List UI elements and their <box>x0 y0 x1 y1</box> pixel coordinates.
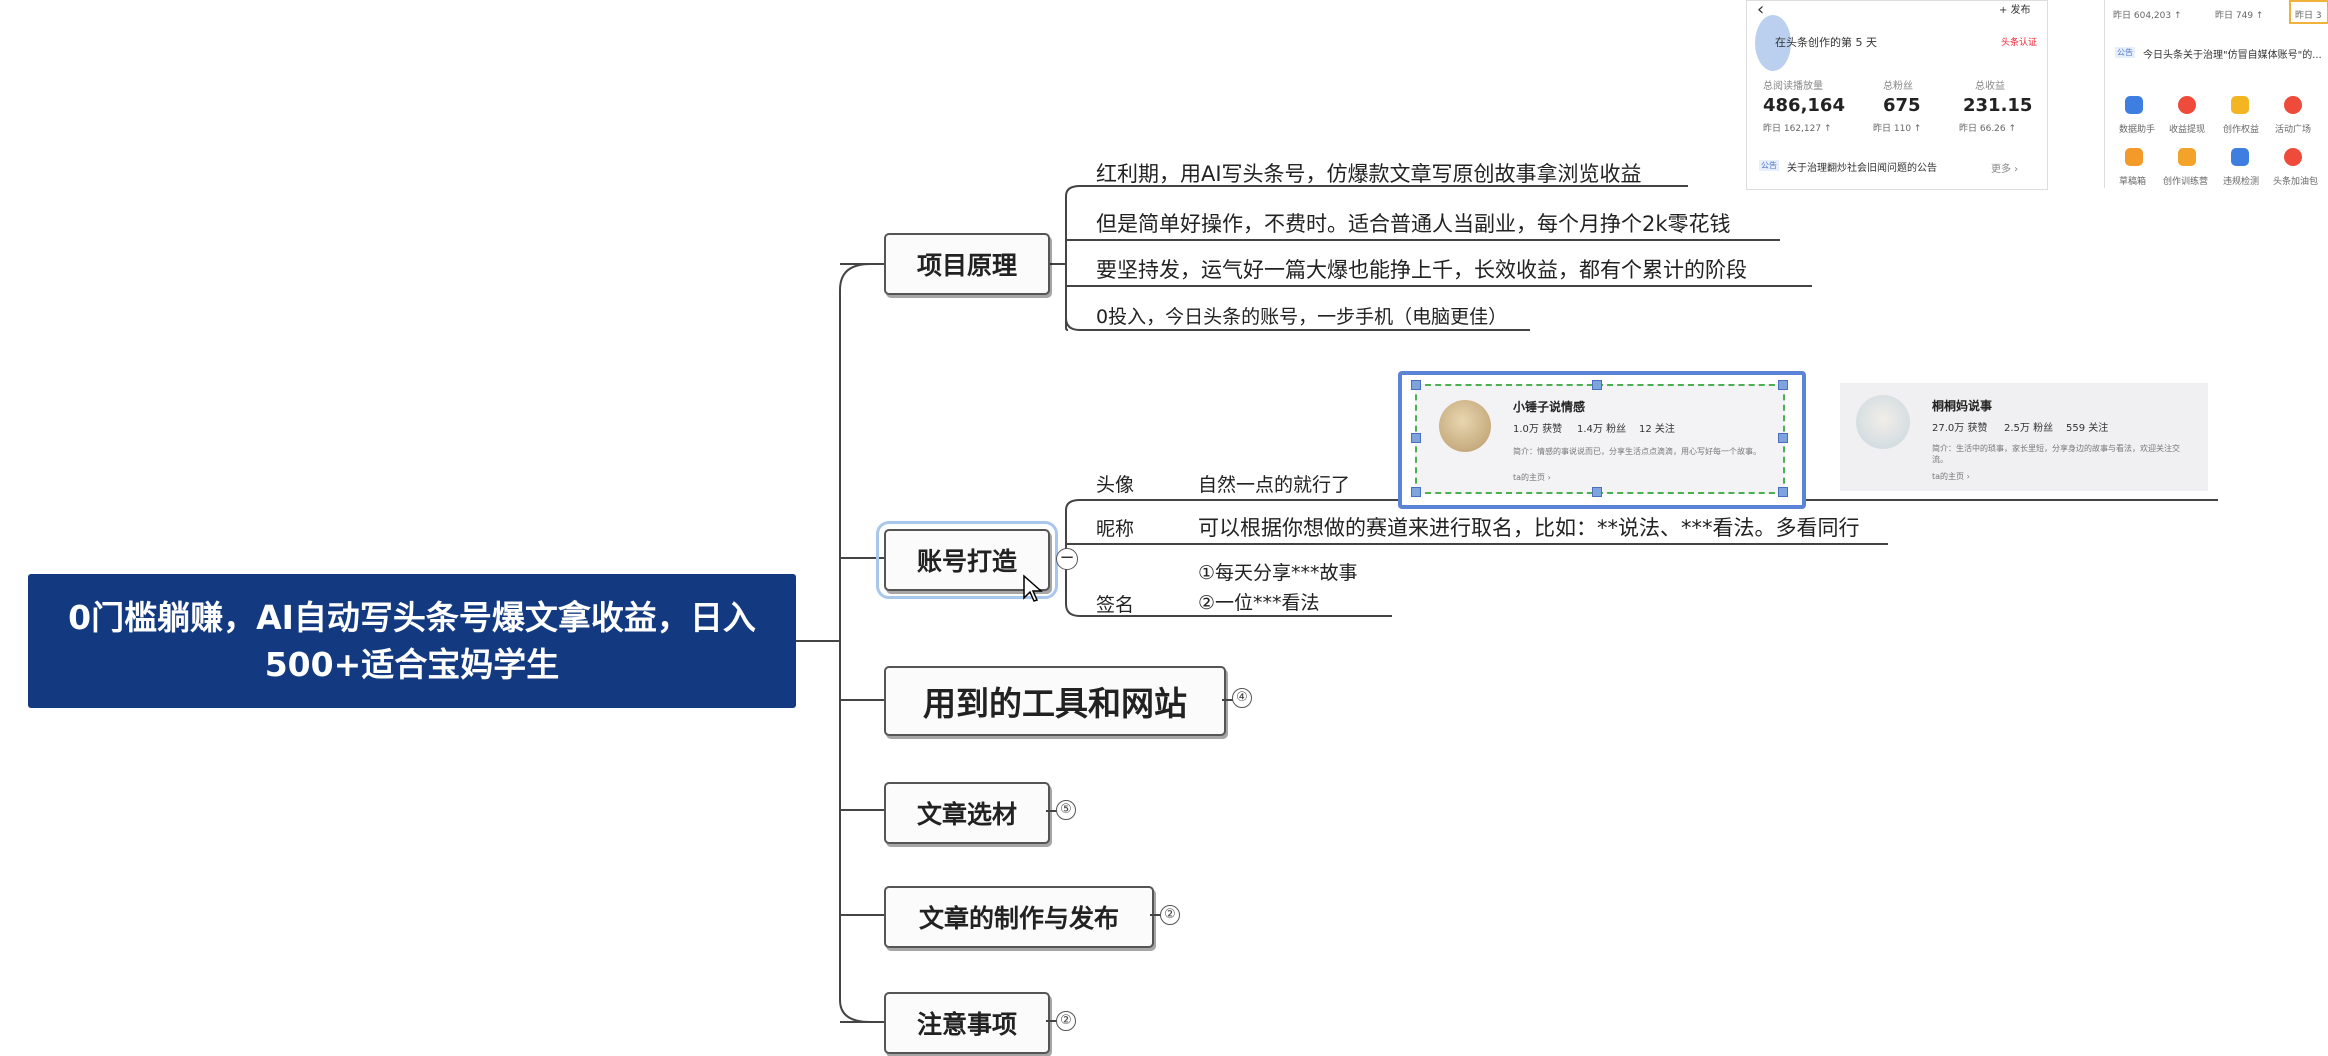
profile-stat: 1.0万 获赞 <box>1513 424 1563 435</box>
resize-handle[interactable] <box>1411 487 1421 497</box>
topic-label: 用到的工具和网站 <box>923 684 1187 723</box>
dashboard-screenshot: ‹ + 发布 在头条创作的第 5 天 头条认证 总阅读播放量 总粉丝 总收益 4… <box>1746 0 2048 190</box>
crown-icon[interactable] <box>2231 96 2249 114</box>
collapse-toggle-icon[interactable]: − <box>1056 548 1078 570</box>
topic-tools-and-sites[interactable]: 用到的工具和网站 <box>884 666 1226 736</box>
resize-handle[interactable] <box>1411 433 1421 443</box>
stat-change-highlight: 昨日 3 <box>2289 0 2328 24</box>
profile-name: 小锤子说情感 <box>1513 400 1586 414</box>
profile-link: ta的主页 › <box>1932 472 1970 481</box>
shortcut-label[interactable]: 创作训练营 <box>2163 174 2208 187</box>
principle-item[interactable]: 0投入，今日头条的账号，一步手机（电脑更佳） <box>1096 302 1507 329</box>
principle-item[interactable]: 红利期，用AI写头条号，仿爆款文章写原创故事拿浏览收益 <box>1096 158 1642 188</box>
stat-followers: 675 <box>1883 95 1921 116</box>
notice-link[interactable]: 今日头条关于治理"仿冒自媒体账号"的... <box>2143 46 2322 61</box>
creation-days: 在头条创作的第 5 天 <box>1775 36 1877 49</box>
publish-button[interactable]: + 发布 <box>1999 1 2031 16</box>
topic-article-production[interactable]: 文章的制作与发布 <box>884 886 1154 948</box>
shortcut-label[interactable]: 创作权益 <box>2223 122 2259 135</box>
shortcut-label[interactable]: 头条加油包 <box>2273 174 2318 187</box>
nickname-label[interactable]: 昵称 <box>1096 514 1134 541</box>
child-count-badge[interactable]: ④ <box>1232 688 1252 708</box>
profile-stat: 12 关注 <box>1639 424 1675 435</box>
avatar-label[interactable]: 头像 <box>1096 470 1134 497</box>
notice-tag: 公告 <box>1759 160 1779 171</box>
example-profile-card[interactable]: 桐桐妈说事 27.0万 获赞 2.5万 粉丝 559 关注 简介：生活中的琐事，… <box>1840 383 2208 491</box>
stat-caption: 总阅读播放量 <box>1763 81 1823 92</box>
example-profile-card-selected[interactable]: 小锤子说情感 1.0万 获赞 1.4万 粉丝 12 关注 简介：情感的事说说而已… <box>1398 371 1806 509</box>
notice-link[interactable]: 关于治理翻炒社会旧闻问题的公告 <box>1787 159 1937 174</box>
child-count-badge[interactable]: ② <box>1160 905 1180 925</box>
profile-stat: 27.0万 获赞 <box>1932 423 1988 434</box>
shortcut-label[interactable]: 收益提现 <box>2169 122 2205 135</box>
avatar-tip[interactable]: 自然一点的就行了 <box>1198 470 1350 497</box>
shortcut-label[interactable]: 草稿箱 <box>2119 174 2146 187</box>
child-count-badge[interactable]: ⑤ <box>1056 800 1076 820</box>
shortcut-label[interactable]: 违规检测 <box>2223 174 2259 187</box>
stat-change: 昨日 66.26 ↑ <box>1959 124 2017 134</box>
flag-icon[interactable] <box>2284 96 2302 114</box>
certification-link[interactable]: 头条认证 <box>2001 35 2037 48</box>
mouse-cursor-icon <box>1023 574 1043 602</box>
profile-link: ta的主页 › <box>1513 473 1551 482</box>
stat-views: 486,164 <box>1763 95 1845 116</box>
dashboard-screenshot-right: 昨日 604,203 ↑ 昨日 749 ↑ 昨日 3 公告 今日头条关于治理"仿… <box>2104 0 2328 188</box>
signature-example-2[interactable]: ②一位***看法 <box>1198 588 1320 615</box>
principle-item[interactable]: 要坚持发，运气好一篇大爆也能挣上千，长效收益，都有个累计的阶段 <box>1096 254 1747 284</box>
stat-caption: 总粉丝 <box>1883 81 1913 92</box>
principle-item[interactable]: 但是简单好操作，不费时。适合普通人当副业，每个月挣个2k零花钱 <box>1096 208 1731 238</box>
profile-stat: 1.4万 粉丝 <box>1577 424 1627 435</box>
profile-stat: 2.5万 粉丝 <box>2004 423 2054 434</box>
resize-handle[interactable] <box>1411 380 1421 390</box>
avatar <box>1439 400 1491 452</box>
child-count-badge[interactable]: ② <box>1056 1011 1076 1031</box>
stat-change: 昨日 749 ↑ <box>2215 11 2264 21</box>
resize-handle[interactable] <box>1778 380 1788 390</box>
topic-label: 账号打造 <box>916 547 1017 576</box>
profile-bio: 简介：生活中的琐事，家长里短，分享身边的故事与看法，欢迎关注交流。 <box>1932 444 2180 464</box>
root-title: 0门槛躺赚，AI自动写头条号爆文拿收益，日入500+适合宝妈学生 <box>68 598 756 684</box>
profile-name: 桐桐妈说事 <box>1932 399 1993 413</box>
avatar <box>1856 395 1910 449</box>
topic-notes[interactable]: 注意事项 <box>884 992 1050 1054</box>
resize-handle[interactable] <box>1592 380 1602 390</box>
topic-label: 文章的制作与发布 <box>918 904 1119 933</box>
topic-label: 注意事项 <box>916 1010 1017 1039</box>
topic-label: 项目原理 <box>916 251 1017 280</box>
graduation-cap-icon[interactable] <box>2178 148 2196 166</box>
draft-icon[interactable] <box>2125 148 2143 166</box>
shortcut-label[interactable]: 活动广场 <box>2275 122 2311 135</box>
withdraw-icon[interactable] <box>2178 96 2196 114</box>
signature-label[interactable]: 签名 <box>1096 590 1134 617</box>
more-link[interactable]: 更多 › <box>1991 160 2018 175</box>
profile-bio: 简介：情感的事说说而已，分享生活点点滴滴，用心写好每一个故事。 <box>1513 447 1761 456</box>
shortcut-label[interactable]: 数据助手 <box>2119 122 2155 135</box>
profile-card-content: 小锤子说情感 1.0万 获赞 1.4万 粉丝 12 关注 简介：情感的事说说而已… <box>1415 384 1785 494</box>
stat-change: 昨日 162,127 ↑ <box>1763 124 1832 134</box>
stat-change: 昨日 110 ↑ <box>1873 124 1922 134</box>
back-icon[interactable]: ‹ <box>1757 0 1764 20</box>
stat-income: 231.15 <box>1963 95 2033 116</box>
signature-example-1[interactable]: ①每天分享***故事 <box>1198 558 1358 585</box>
search-check-icon[interactable] <box>2231 148 2249 166</box>
profile-stat: 559 关注 <box>2066 423 2109 434</box>
notice-tag: 公告 <box>2115 47 2135 58</box>
topic-project-principle[interactable]: 项目原理 <box>884 233 1050 295</box>
data-assistant-icon[interactable] <box>2125 96 2143 114</box>
nickname-tip[interactable]: 可以根据你想做的赛道来进行取名，比如：**说法、***看法。多看同行 <box>1198 512 1860 542</box>
root-topic[interactable]: 0门槛躺赚，AI自动写头条号爆文拿收益，日入500+适合宝妈学生 <box>28 574 796 708</box>
resize-handle[interactable] <box>1592 487 1602 497</box>
stat-change: 昨日 604,203 ↑ <box>2113 11 2182 21</box>
resize-handle[interactable] <box>1778 487 1788 497</box>
resize-handle[interactable] <box>1778 433 1788 443</box>
topic-article-material[interactable]: 文章选材 <box>884 782 1050 844</box>
topic-label: 文章选材 <box>916 800 1017 829</box>
stat-caption: 总收益 <box>1975 81 2005 92</box>
rocket-icon[interactable] <box>2284 148 2302 166</box>
